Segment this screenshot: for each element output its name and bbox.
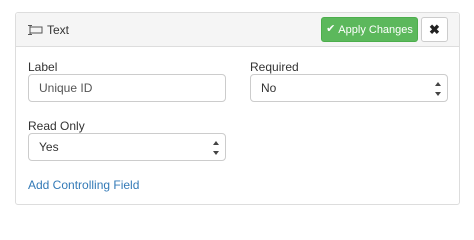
read-only-select[interactable]: Yes (28, 133, 226, 161)
panel-title-text: Text (47, 23, 70, 37)
text-field-icon (27, 24, 43, 36)
apply-changes-button[interactable]: ✔ Apply Changes (321, 17, 418, 42)
required-field-label: Required (250, 60, 299, 74)
required-select-value: No (261, 81, 277, 95)
close-button[interactable]: ✖ (421, 17, 448, 42)
read-only-select-value: Yes (39, 140, 59, 154)
check-icon: ✔ (326, 23, 336, 35)
label-input[interactable] (28, 74, 226, 102)
select-arrows-icon (435, 82, 441, 96)
required-select[interactable]: No (250, 74, 448, 102)
panel-title: Text (27, 22, 69, 38)
panel-header: Text ✔ Apply Changes ✖ (16, 13, 459, 47)
close-icon: ✖ (429, 21, 440, 37)
label-field-label: Label (28, 60, 58, 74)
read-only-field-label: Read Only (28, 119, 85, 133)
select-arrows-icon (213, 141, 219, 155)
field-editor-panel: Text ✔ Apply Changes ✖ Label Required No… (15, 12, 460, 205)
apply-changes-label: Apply Changes (338, 23, 413, 36)
add-controlling-field-link[interactable]: Add Controlling Field (28, 178, 139, 192)
